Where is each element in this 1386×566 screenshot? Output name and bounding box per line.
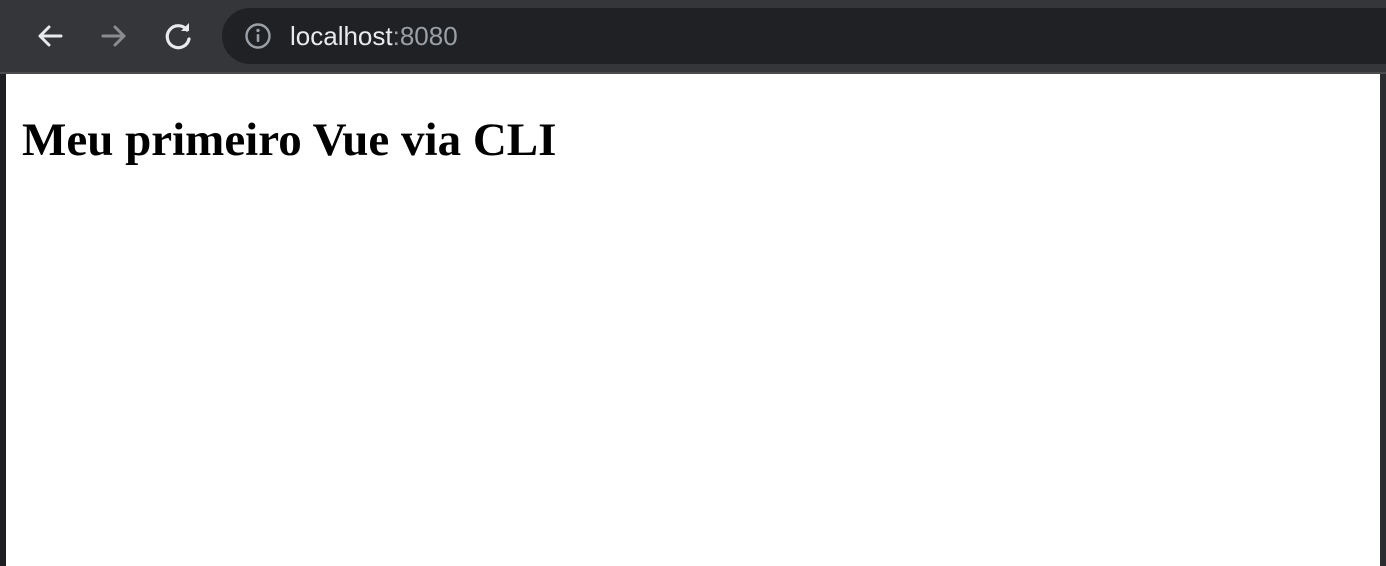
forward-button[interactable]	[94, 16, 134, 56]
address-bar[interactable]: localhost:8080	[222, 8, 1386, 64]
info-icon[interactable]	[244, 22, 272, 50]
browser-toolbar: localhost:8080	[0, 0, 1386, 72]
url-port: :8080	[392, 21, 458, 51]
url-text[interactable]: localhost:8080	[290, 8, 458, 64]
url-host: localhost	[290, 21, 393, 51]
forward-arrow-icon	[101, 25, 126, 47]
back-arrow-icon	[38, 25, 63, 47]
page-title: Meu primeiro Vue via CLI	[22, 114, 557, 166]
page-viewport: Meu primeiro Vue via CLI	[6, 74, 1380, 566]
window-edge	[1380, 74, 1386, 566]
reload-button[interactable]	[158, 16, 198, 56]
reload-icon	[165, 23, 191, 50]
back-button[interactable]	[30, 16, 70, 56]
